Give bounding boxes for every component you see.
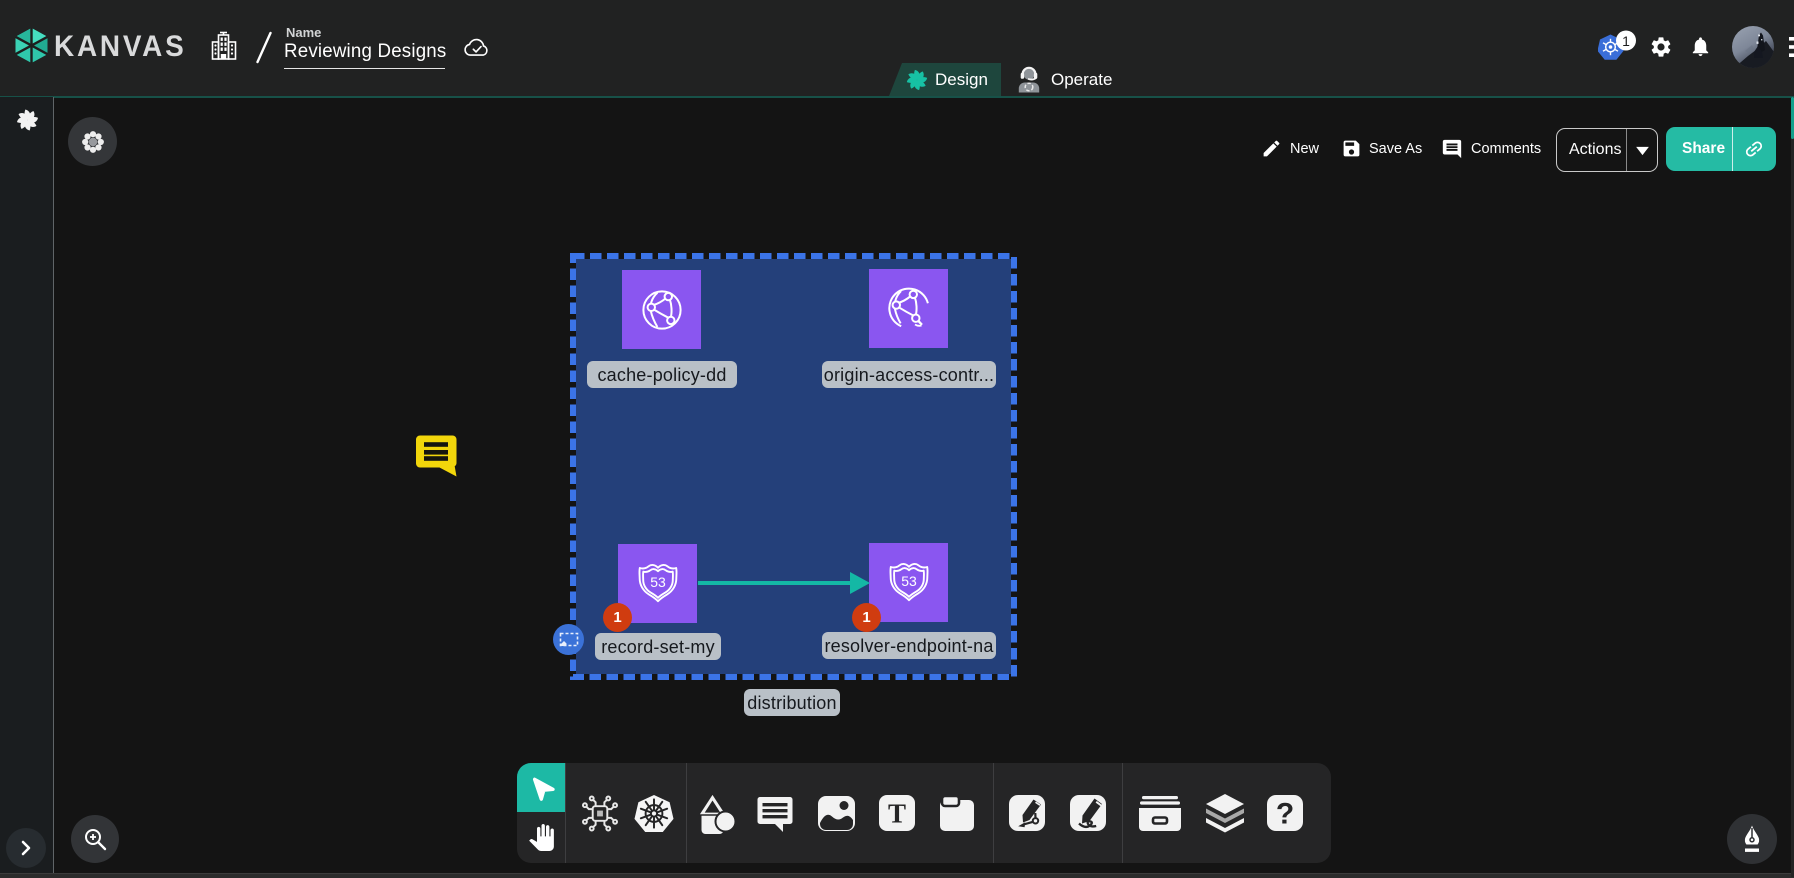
svg-text:53: 53 [901,573,917,589]
svg-text:?: ? [1276,798,1294,831]
svg-text:53: 53 [650,574,666,590]
svg-text:1: 1 [1622,33,1630,49]
svg-text:T: T [888,799,906,829]
